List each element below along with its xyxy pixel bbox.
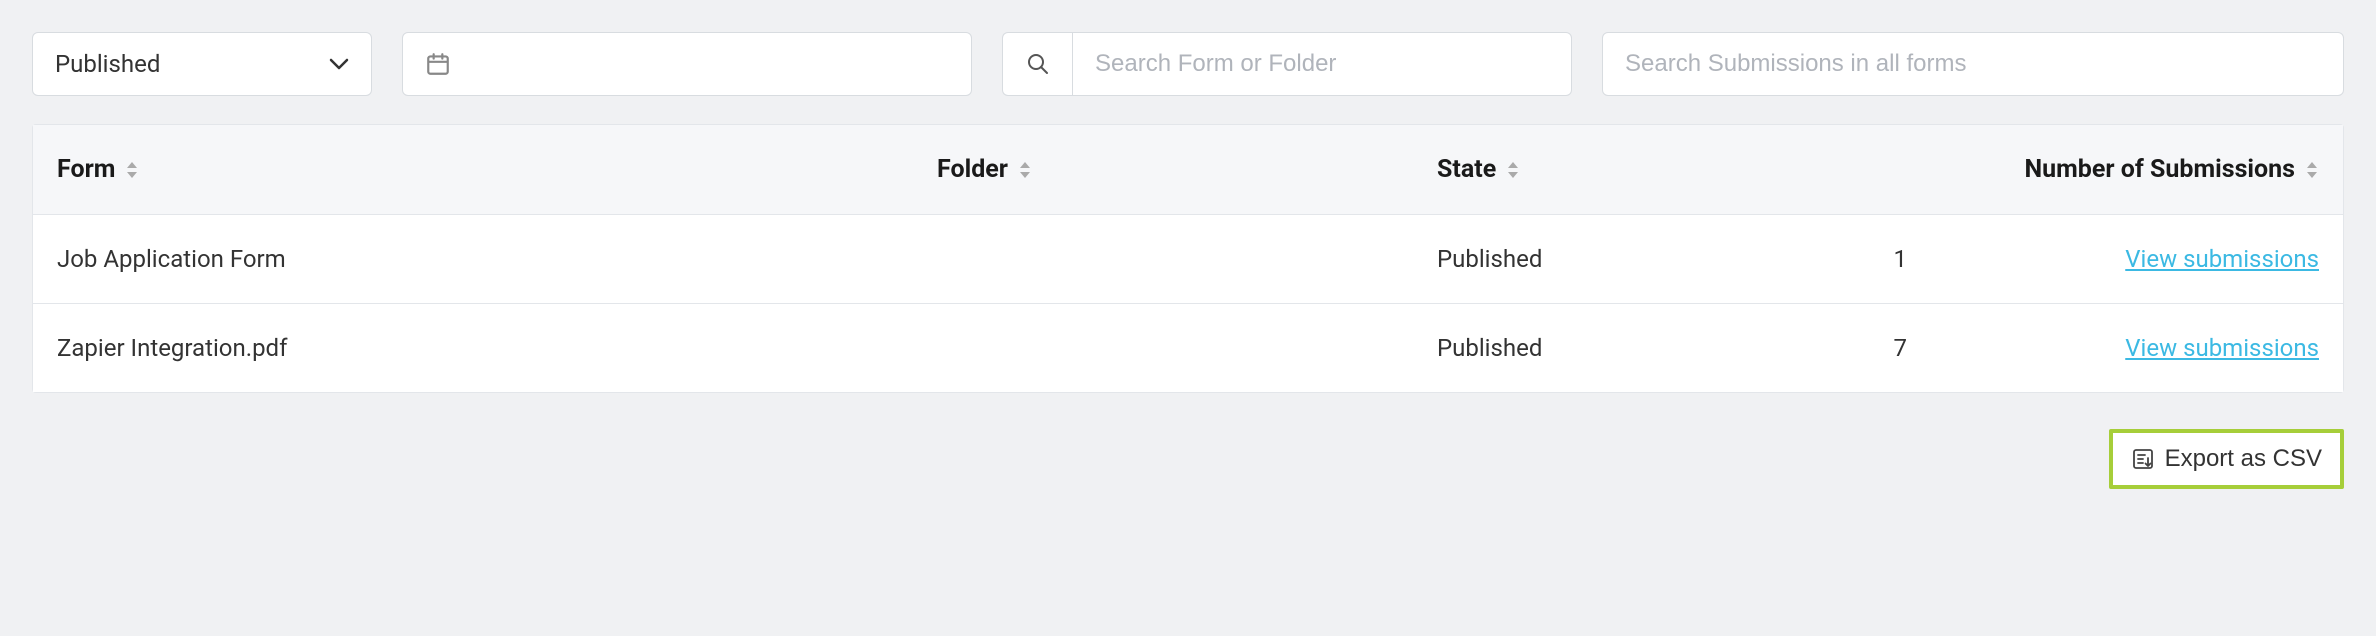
- sort-icon: [1018, 161, 1032, 179]
- search-form-group: [1002, 32, 1572, 96]
- column-header-state[interactable]: State: [1437, 155, 1877, 184]
- table-row: Zapier Integration.pdf Published 7 View …: [33, 304, 2343, 392]
- view-submissions-link[interactable]: View submissions: [2125, 245, 2319, 273]
- export-csv-button[interactable]: Export as CSV: [2109, 429, 2344, 489]
- filters-row: Published: [32, 32, 2344, 96]
- search-submissions-input[interactable]: [1602, 32, 2344, 96]
- status-filter-select[interactable]: Published: [32, 32, 372, 96]
- cell-link: View submissions: [1907, 245, 2319, 273]
- column-header-form[interactable]: Form: [57, 155, 937, 184]
- sort-icon: [2305, 161, 2319, 179]
- export-icon: [2131, 447, 2155, 471]
- cell-state: Published: [1437, 245, 1857, 273]
- search-icon-box[interactable]: [1002, 32, 1072, 96]
- cell-form: Job Application Form: [57, 245, 937, 273]
- chevron-down-icon: [329, 58, 349, 70]
- cell-state: Published: [1437, 334, 1857, 362]
- sort-icon: [1506, 161, 1520, 179]
- table-header-row: Form Folder State: [33, 125, 2343, 215]
- column-header-submissions[interactable]: Number of Submissions: [1877, 155, 2319, 184]
- cell-link: View submissions: [1907, 334, 2319, 362]
- table-row: Job Application Form Published 1 View su…: [33, 215, 2343, 304]
- column-header-state-label: State: [1437, 155, 1496, 184]
- cell-form: Zapier Integration.pdf: [57, 334, 937, 362]
- calendar-icon: [425, 51, 451, 77]
- cell-number: 1: [1857, 245, 1907, 273]
- export-csv-label: Export as CSV: [2165, 445, 2322, 473]
- search-form-input[interactable]: [1072, 32, 1572, 96]
- view-submissions-link[interactable]: View submissions: [2125, 334, 2319, 362]
- forms-table: Form Folder State: [32, 124, 2344, 393]
- column-header-form-label: Form: [57, 155, 115, 184]
- sort-icon: [125, 161, 139, 179]
- search-icon: [1026, 52, 1050, 76]
- status-filter-label: Published: [55, 50, 160, 78]
- date-filter[interactable]: [402, 32, 972, 96]
- column-header-folder-label: Folder: [937, 155, 1008, 184]
- export-row: Export as CSV: [32, 429, 2344, 489]
- column-header-submissions-label: Number of Submissions: [2025, 155, 2296, 184]
- column-header-folder[interactable]: Folder: [937, 155, 1437, 184]
- cell-number: 7: [1857, 334, 1907, 362]
